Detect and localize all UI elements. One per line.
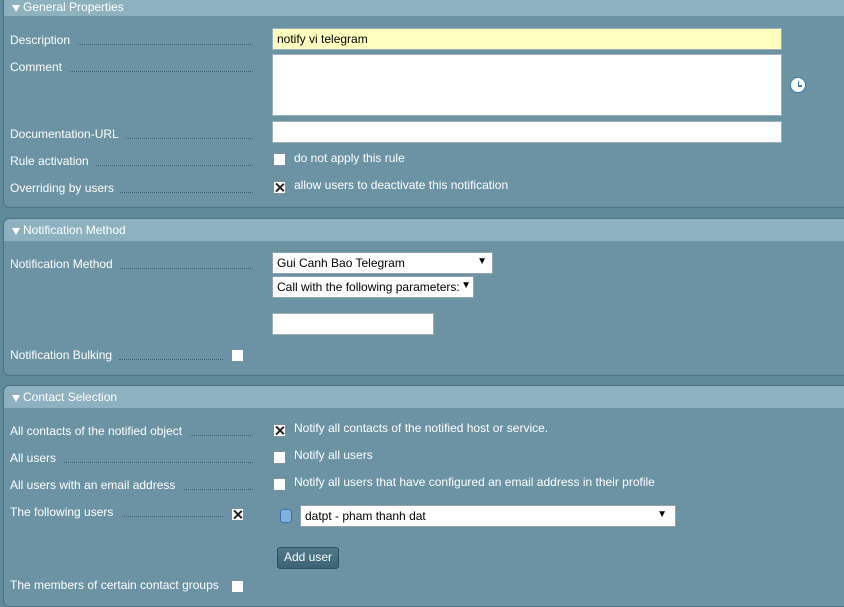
following-users-checkbox[interactable] bbox=[231, 508, 244, 521]
trash-icon[interactable] bbox=[280, 509, 292, 523]
overriding-checkbox[interactable] bbox=[273, 181, 286, 194]
all-contacts-label: All contacts of the notified object bbox=[10, 424, 183, 438]
contact-groups-checkbox[interactable] bbox=[231, 580, 244, 593]
notification-method-title: Notification Method bbox=[23, 223, 126, 237]
all-contacts-checkbox[interactable] bbox=[273, 424, 286, 437]
email-users-label: All users with an email address bbox=[10, 478, 176, 492]
general-properties-title: General Properties bbox=[23, 0, 124, 14]
all-users-label: All users bbox=[10, 451, 57, 465]
parameter-mode-value: Call with the following parameters: bbox=[277, 280, 460, 294]
comment-label: Comment bbox=[10, 60, 63, 74]
dotted-leader bbox=[78, 43, 253, 45]
triangle-down-icon bbox=[12, 395, 20, 402]
dotted-leader bbox=[122, 515, 223, 517]
dotted-leader bbox=[70, 70, 253, 72]
contact-selection-title: Contact Selection bbox=[23, 390, 118, 404]
contact-groups-label: The members of certain contact groups bbox=[10, 578, 219, 592]
dotted-leader bbox=[184, 488, 253, 490]
triangle-down-icon bbox=[12, 5, 20, 12]
dotted-leader bbox=[119, 358, 223, 360]
dotted-leader bbox=[190, 434, 253, 436]
notification-method-header[interactable]: Notification Method bbox=[4, 219, 844, 242]
description-label: Description bbox=[10, 33, 71, 47]
all-users-checkbox[interactable] bbox=[273, 451, 286, 464]
dotted-leader bbox=[120, 191, 253, 193]
user-select-value: datpt - pham thanh dat bbox=[305, 509, 426, 523]
overriding-option: allow users to deactivate this notificat… bbox=[294, 178, 509, 192]
email-users-option: Notify all users that have configured an… bbox=[294, 475, 655, 489]
following-users-label: The following users bbox=[10, 505, 114, 519]
dotted-leader bbox=[126, 137, 253, 139]
contact-selection-header[interactable]: Contact Selection bbox=[4, 386, 844, 409]
general-properties-header[interactable]: General Properties bbox=[4, 0, 844, 17]
parameter-field[interactable] bbox=[272, 313, 434, 335]
parameter-mode-select[interactable]: Call with the following parameters: ▼ bbox=[272, 276, 474, 298]
user-select[interactable]: datpt - pham thanh dat ▼ bbox=[300, 505, 676, 527]
rule-activation-label: Rule activation bbox=[10, 154, 89, 168]
doc-url-field[interactable] bbox=[272, 121, 782, 143]
dotted-leader bbox=[96, 164, 253, 166]
chevron-down-icon: ▼ bbox=[461, 280, 471, 291]
clock-icon[interactable] bbox=[790, 77, 806, 93]
notification-bulking-checkbox[interactable] bbox=[231, 349, 244, 362]
overriding-label: Overriding by users bbox=[10, 181, 115, 195]
notification-method-label: Notification Method bbox=[10, 257, 113, 271]
dotted-leader bbox=[120, 267, 253, 269]
triangle-down-icon bbox=[12, 228, 20, 235]
notification-method-select[interactable]: Gui Canh Bao Telegram ▼ bbox=[272, 252, 493, 274]
email-users-checkbox[interactable] bbox=[273, 478, 286, 491]
comment-field[interactable] bbox=[272, 54, 782, 116]
chevron-down-icon: ▼ bbox=[477, 256, 487, 267]
dotted-leader bbox=[64, 461, 253, 463]
all-contacts-option: Notify all contacts of the notified host… bbox=[294, 421, 549, 435]
description-field[interactable]: notify vi telegram bbox=[272, 28, 782, 50]
all-users-option: Notify all users bbox=[294, 448, 373, 462]
add-user-button[interactable]: Add user bbox=[277, 547, 339, 569]
rule-activation-option: do not apply this rule bbox=[294, 151, 405, 165]
contact-selection-section: Contact Selection bbox=[3, 385, 844, 607]
chevron-down-icon: ▼ bbox=[657, 509, 667, 520]
notification-method-value: Gui Canh Bao Telegram bbox=[277, 256, 405, 270]
notification-bulking-label: Notification Bulking bbox=[10, 348, 113, 362]
rule-activation-checkbox[interactable] bbox=[273, 153, 286, 166]
doc-url-label: Documentation-URL bbox=[10, 127, 119, 141]
